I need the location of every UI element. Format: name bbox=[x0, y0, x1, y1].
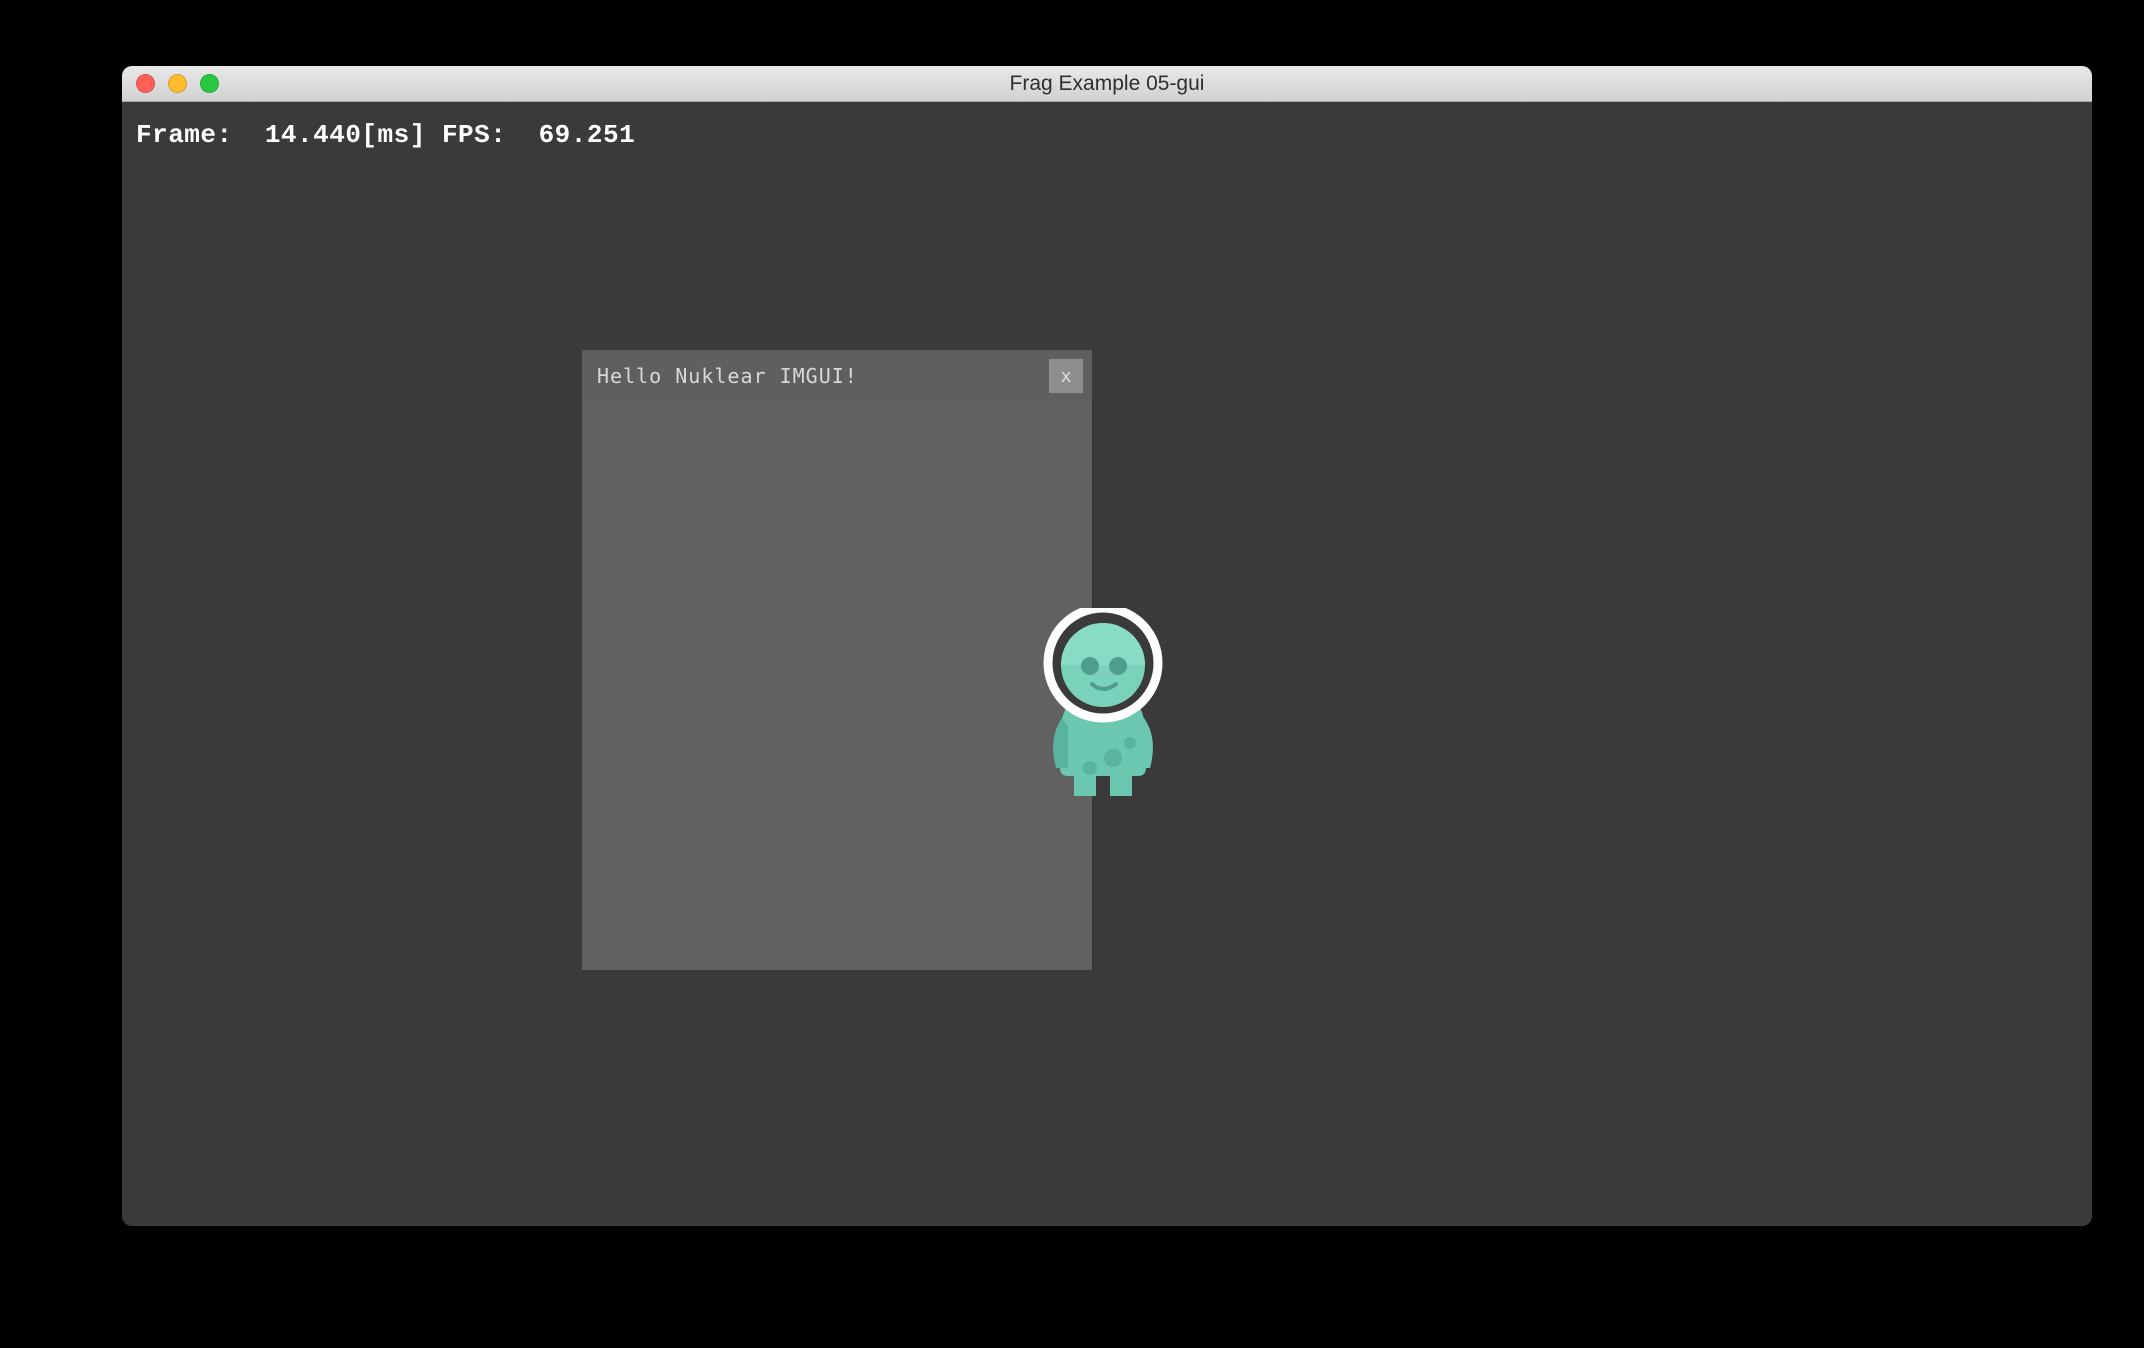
frame-stats: Frame: 14.440[ms] FPS: 69.251 bbox=[136, 120, 635, 150]
viewport: Frame: 14.440[ms] FPS: 69.251 Hello Nukl… bbox=[122, 102, 2092, 1226]
imgui-window[interactable]: Hello Nuklear IMGUI! x bbox=[582, 350, 1092, 970]
astronaut-icon bbox=[1038, 608, 1168, 798]
window-title: Frag Example 05-gui bbox=[122, 72, 2092, 96]
app-window: Frag Example 05-gui Frame: 14.440[ms] FP… bbox=[122, 66, 2092, 1226]
close-icon: x bbox=[1061, 366, 1072, 387]
imgui-body bbox=[583, 401, 1091, 969]
imgui-close-button[interactable]: x bbox=[1049, 359, 1083, 393]
imgui-title: Hello Nuklear IMGUI! bbox=[597, 364, 858, 388]
minimize-window-icon[interactable] bbox=[168, 74, 187, 93]
titlebar[interactable]: Frag Example 05-gui bbox=[122, 66, 2092, 102]
astronaut-sprite bbox=[1038, 608, 1168, 798]
imgui-titlebar[interactable]: Hello Nuklear IMGUI! x bbox=[583, 351, 1091, 401]
traffic-lights bbox=[136, 74, 219, 93]
zoom-window-icon[interactable] bbox=[200, 74, 219, 93]
close-window-icon[interactable] bbox=[136, 74, 155, 93]
